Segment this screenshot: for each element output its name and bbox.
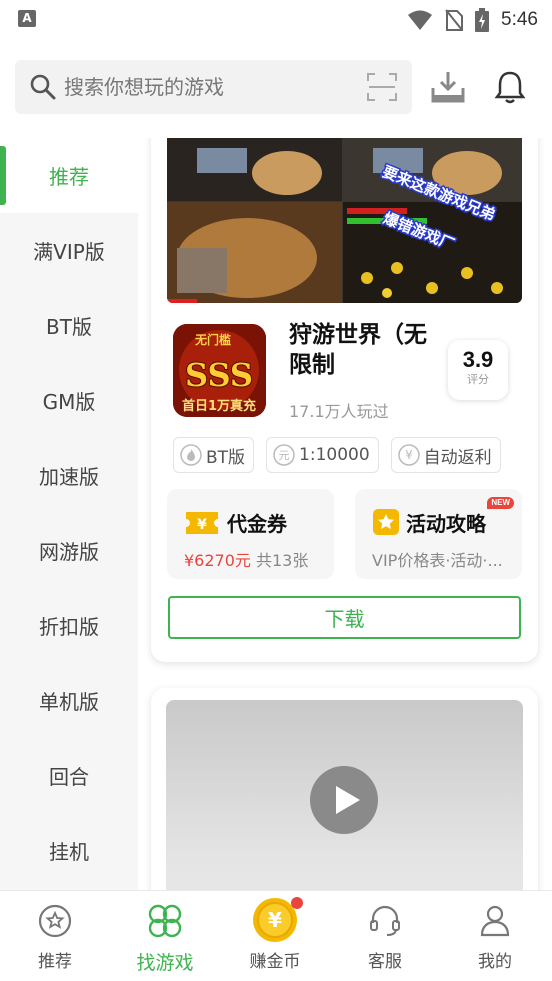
- sidebar-item-turn-based[interactable]: 回合: [0, 738, 138, 813]
- svg-text:元: 元: [279, 449, 290, 462]
- nav-label: 赚金币: [249, 952, 301, 972]
- sidebar-item-bt[interactable]: BT版: [0, 288, 138, 363]
- nav-recommend[interactable]: 推荐: [0, 891, 110, 981]
- voucher-title: 代金券: [227, 512, 287, 536]
- flame-icon: [180, 444, 202, 466]
- sidebar-item-label: 回合: [49, 765, 89, 789]
- search-placeholder: 搜索你想玩的游戏: [64, 75, 224, 99]
- sidebar-item-label: GM版: [42, 390, 96, 414]
- headset-icon: [370, 905, 400, 936]
- rating-value: 3.9: [462, 347, 494, 372]
- play-button[interactable]: [310, 766, 378, 834]
- voucher-count: 共13张: [250, 551, 309, 570]
- game-banner-image[interactable]: 要来这款游戏兄弟 爆错游戏厂: [167, 138, 522, 303]
- download-manager-icon[interactable]: [430, 70, 466, 104]
- icon-text-top: 无门槛: [194, 332, 231, 347]
- nav-earn-coins[interactable]: ¥ 赚金币: [220, 891, 330, 981]
- search-icon: [30, 74, 56, 100]
- player-count: 17.1万人玩过: [289, 402, 389, 421]
- sidebar-item-single[interactable]: 单机版: [0, 663, 138, 738]
- voucher-amount: ¥6270元: [184, 551, 251, 570]
- nav-profile[interactable]: 我的: [440, 891, 550, 981]
- nav-find-games[interactable]: 找游戏: [110, 891, 220, 981]
- yen-circle-icon: ¥: [397, 444, 420, 466]
- status-bar: A 5:46: [0, 0, 552, 40]
- game-title[interactable]: 狩游世界（无限制: [289, 320, 439, 380]
- sidebar-item-label: BT版: [46, 315, 92, 339]
- nav-label: 客服: [368, 952, 402, 972]
- sidebar-item-label: 单机版: [39, 690, 99, 714]
- clock: 5:46: [501, 9, 538, 30]
- no-sim-icon: [445, 9, 464, 31]
- activity-subtitle: VIP价格表·活动·...: [372, 551, 503, 570]
- sidebar-item-discount[interactable]: 折扣版: [0, 588, 138, 663]
- nav-label: 推荐: [38, 952, 72, 972]
- tag-bt: BT版: [173, 437, 255, 473]
- icon-text-main: SSS: [185, 356, 253, 394]
- star-circle-icon: [38, 904, 72, 938]
- app-notification-icon: A: [18, 10, 36, 27]
- voucher-icon: ¥: [186, 512, 218, 534]
- sidebar-item-label: 折扣版: [39, 615, 99, 639]
- banner-image: 要来这款游戏兄弟 爆错游戏厂: [167, 138, 522, 303]
- clover-icon: [148, 904, 182, 938]
- search-input[interactable]: 搜索你想玩的游戏: [15, 60, 412, 114]
- game-card[interactable]: 要来这款游戏兄弟 爆错游戏厂 无门槛 SSS 首日1万真充 狩游世界（无限制 1…: [151, 138, 538, 662]
- user-icon: [480, 905, 510, 937]
- category-sidebar: 推荐 满VIP版 BT版 GM版 加速版 网游版 折扣版 单机版 回合 挂机: [0, 138, 138, 890]
- game-icon[interactable]: 无门槛 SSS 首日1万真充: [173, 324, 266, 417]
- rating-label: 评分: [467, 373, 489, 386]
- sidebar-item-label: 推荐: [49, 165, 89, 189]
- notification-dot: [291, 897, 303, 909]
- play-icon: [336, 786, 360, 814]
- status-icons: 5:46: [407, 6, 538, 34]
- video-card[interactable]: [151, 688, 538, 890]
- game-list[interactable]: 要来这款游戏兄弟 爆错游戏厂 无门槛 SSS 首日1万真充 狩游世界（无限制 1…: [138, 138, 552, 890]
- tag-label: 1:10000: [299, 445, 370, 465]
- sidebar-item-recommend[interactable]: 推荐: [0, 138, 138, 213]
- svg-text:¥: ¥: [268, 908, 282, 932]
- voucher-card[interactable]: ¥ 代金券 ¥6270元 共13张: [167, 489, 334, 579]
- top-header: 搜索你想玩的游戏: [0, 40, 552, 138]
- sidebar-item-label: 加速版: [39, 465, 99, 489]
- new-badge: NEW: [487, 497, 514, 509]
- icon-text-bottom: 首日1万真充: [182, 398, 256, 414]
- nav-label: 找游戏: [136, 952, 194, 974]
- svg-text:¥: ¥: [405, 448, 413, 462]
- nav-customer-service[interactable]: 客服: [330, 891, 440, 981]
- sidebar-item-idle[interactable]: 挂机: [0, 813, 138, 888]
- exchange-icon: 元: [273, 444, 295, 466]
- wifi-icon: [408, 10, 433, 30]
- tag-label: BT版: [206, 447, 246, 468]
- sidebar-item-label: 挂机: [49, 840, 89, 864]
- nav-label: 我的: [478, 952, 512, 972]
- active-indicator: [0, 146, 6, 205]
- activity-guide-card[interactable]: NEW 活动攻略 VIP价格表·活动·...: [355, 489, 522, 579]
- voucher-summary: ¥6270元 共13张: [184, 547, 326, 571]
- tag-rebate: ¥ 自动返利: [390, 437, 501, 473]
- sidebar-item-online[interactable]: 网游版: [0, 513, 138, 588]
- tag-ratio: 元 1:10000: [266, 437, 379, 473]
- sidebar-item-vip[interactable]: 满VIP版: [0, 213, 138, 288]
- video-preview[interactable]: [166, 700, 523, 890]
- activity-title: 活动攻略: [406, 512, 486, 536]
- sidebar-item-gm[interactable]: GM版: [0, 363, 138, 438]
- sidebar-item-speed[interactable]: 加速版: [0, 438, 138, 513]
- tag-label: 自动返利: [423, 447, 492, 468]
- star-badge-icon: [373, 509, 399, 535]
- game-tags: BT版 元 1:10000 ¥ 自动返利: [173, 437, 501, 473]
- coin-icon: ¥: [252, 897, 303, 943]
- sidebar-item-label: 满VIP版: [33, 240, 105, 264]
- bottom-navigation: 推荐 找游戏 ¥ 赚金币 客服 我的: [0, 890, 552, 981]
- scan-icon[interactable]: [366, 72, 398, 102]
- rating-badge: 3.9 评分: [448, 340, 508, 400]
- bell-icon[interactable]: [494, 70, 526, 104]
- svg-text:¥: ¥: [197, 517, 207, 533]
- battery-icon: [475, 8, 490, 32]
- download-button[interactable]: 下载: [168, 596, 521, 639]
- sidebar-item-label: 网游版: [39, 540, 99, 564]
